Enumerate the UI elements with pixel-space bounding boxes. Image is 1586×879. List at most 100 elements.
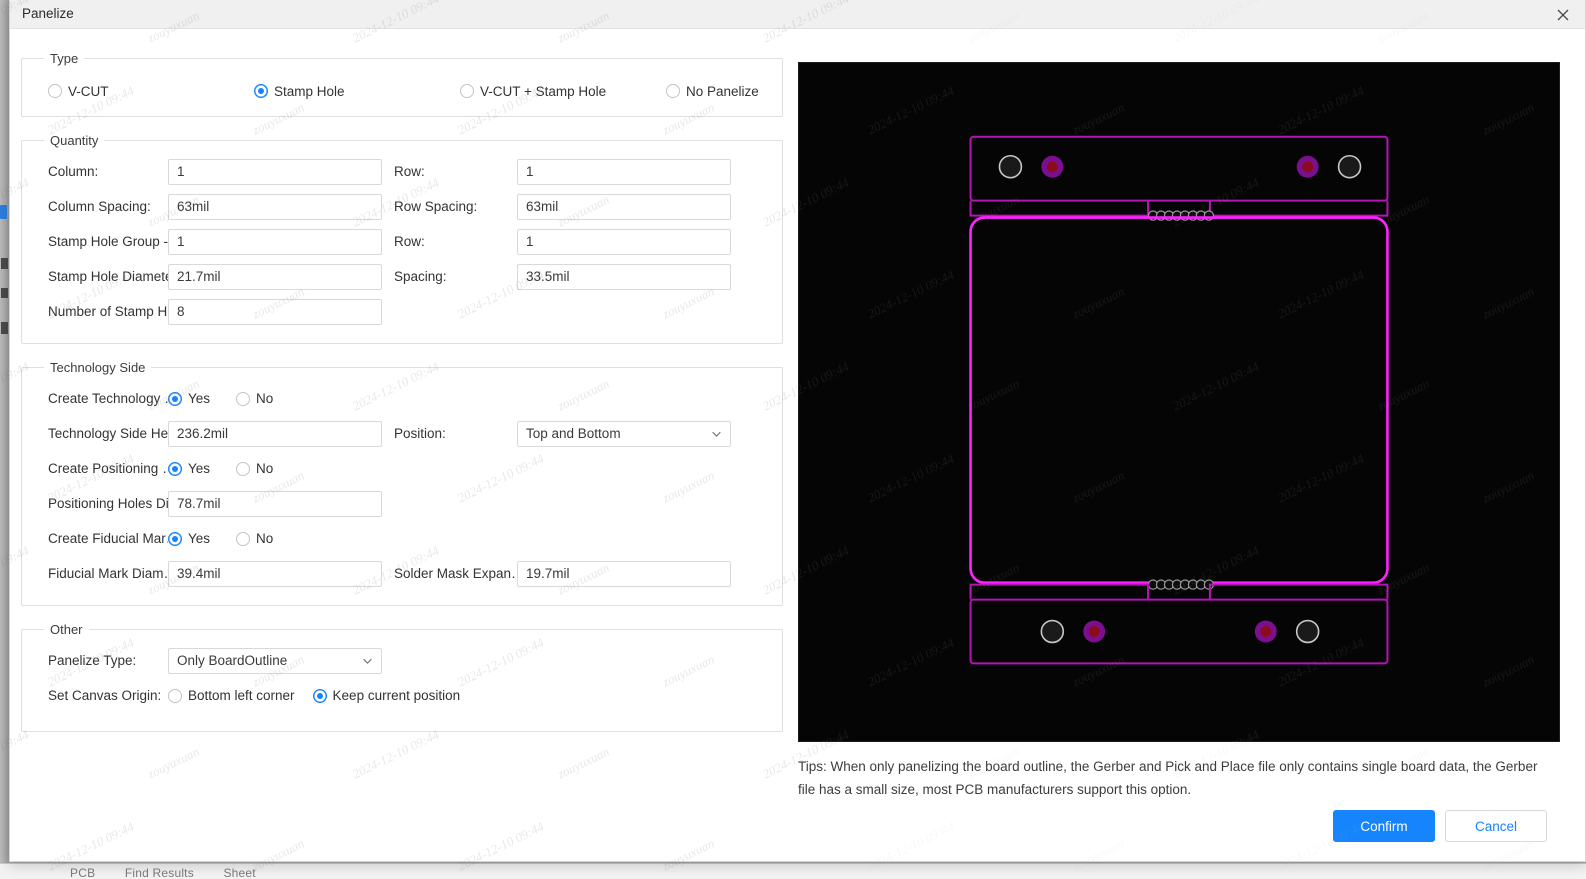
dialog-footer: Confirm Cancel	[1333, 810, 1547, 842]
top-rail-tab-right	[1208, 200, 1389, 217]
row-stamp-hole-group: Stamp Hole Group -… Row:	[22, 224, 782, 259]
label-number-of-stamp-holes: Number of Stamp H…	[48, 304, 168, 319]
positioning-hole	[1295, 619, 1320, 644]
background-app-status-bar: PCB Find Results Sheet	[0, 863, 1586, 879]
radio-label: No	[256, 391, 274, 406]
input-stamp-hole-group-column[interactable]	[168, 228, 382, 255]
background-icon-fragment	[1, 258, 8, 269]
cancel-button[interactable]: Cancel	[1445, 810, 1547, 842]
input-fiducial-mark-diameter[interactable]	[168, 560, 382, 587]
input-column-spacing[interactable]	[168, 193, 382, 220]
select-position[interactable]: Top and Bottom	[517, 420, 731, 447]
bottom-rail-outline	[969, 598, 1389, 665]
fiducial-mark	[1260, 626, 1272, 637]
radio-create-fiducial-no[interactable]: No	[236, 531, 273, 546]
row-technology-side-height: Technology Side He… Position: Top and Bo…	[22, 416, 782, 451]
radio-dot	[168, 531, 182, 546]
select-panelize-type[interactable]: Only BoardOutline	[168, 647, 382, 674]
confirm-button[interactable]: Confirm	[1333, 810, 1435, 842]
panelize-dialog: Panelize Type V-CUT Stamp Hole V-CUT + S…	[9, 0, 1586, 862]
fiducial-mark	[1088, 626, 1100, 637]
radio-dot	[48, 84, 62, 98]
radio-label: Stamp Hole	[274, 83, 345, 99]
input-positioning-holes-diameter[interactable]	[168, 490, 382, 517]
radio-dot	[168, 391, 182, 406]
close-icon[interactable]	[1541, 0, 1585, 29]
row-fiducial-mark-diameter: Fiducial Mark Diam… Solder Mask Expan…	[22, 556, 782, 591]
create-positioning-radios: Yes No	[168, 461, 273, 476]
input-column[interactable]	[168, 158, 382, 185]
row-stamp-hole-diameter: Stamp Hole Diameter: Spacing:	[22, 259, 782, 294]
label-position: Position:	[394, 426, 446, 441]
background-tab: Find Results	[124, 866, 194, 879]
label-create-positioning-holes: Create Positioning …	[48, 461, 168, 476]
radio-label: No Panelize	[686, 83, 759, 99]
radio-label: Yes	[188, 531, 211, 546]
dialog-title-bar: Panelize	[10, 0, 1585, 29]
positioning-hole	[1040, 619, 1065, 644]
radio-v-cut[interactable]: V-CUT	[48, 84, 254, 99]
radio-label: No	[256, 461, 274, 476]
radio-keep-current-position[interactable]: Keep current position	[312, 688, 460, 703]
background-icon-fragment	[1, 288, 8, 298]
radio-label: No	[256, 531, 274, 546]
row-create-fiducial-marks: Create Fiducial Mar… Yes No	[22, 521, 782, 556]
row-positioning-holes-diameter: Positioning Holes Di…	[22, 486, 782, 521]
input-stamp-hole-group-row[interactable]	[517, 228, 731, 255]
label-fiducial-mark-diameter: Fiducial Mark Diam…	[48, 566, 168, 581]
background-icon-fragment	[1, 322, 8, 334]
row-number-of-stamp-holes: Number of Stamp H…	[22, 294, 782, 329]
input-row[interactable]	[517, 158, 731, 185]
type-group: Type V-CUT Stamp Hole V-CUT + Stamp Hole	[21, 51, 783, 117]
pcb-preview-render	[969, 135, 1389, 665]
radio-label: Yes	[188, 391, 211, 406]
row-column-spacing: Column Spacing: Row Spacing:	[22, 189, 782, 224]
radio-create-fiducial-yes[interactable]: Yes	[168, 531, 210, 546]
radio-create-positioning-no[interactable]: No	[236, 461, 273, 476]
bottom-rail-tab-right	[1208, 583, 1389, 600]
radio-v-cut-stamp-hole[interactable]: V-CUT + Stamp Hole	[460, 84, 666, 99]
chevron-down-icon	[711, 428, 722, 439]
radio-dot	[168, 461, 182, 476]
fiducial-mark	[1302, 161, 1314, 173]
radio-label: Yes	[188, 461, 211, 476]
radio-dot	[236, 531, 251, 546]
radio-dot	[236, 461, 251, 476]
radio-create-technology-yes[interactable]: Yes	[168, 391, 210, 406]
radio-bottom-left-corner[interactable]: Bottom left corner	[168, 688, 295, 703]
label-stamp-hole-diameter: Stamp Hole Diameter:	[48, 269, 168, 284]
radio-dot	[460, 84, 474, 98]
bottom-stamp-holes	[1147, 579, 1215, 590]
input-row-spacing[interactable]	[517, 193, 731, 220]
pcb-preview-panel[interactable]	[798, 62, 1560, 742]
label-stamp-hole-group-column: Stamp Hole Group -…	[48, 234, 168, 249]
label-technology-side-height: Technology Side He…	[48, 426, 168, 441]
type-radio-row: V-CUT Stamp Hole V-CUT + Stamp Hole No P…	[22, 72, 782, 110]
create-fiducial-radios: Yes No	[168, 531, 273, 546]
panelize-form: Type V-CUT Stamp Hole V-CUT + Stamp Hole	[10, 29, 800, 861]
background-tab: PCB	[70, 866, 96, 879]
radio-create-positioning-yes[interactable]: Yes	[168, 461, 210, 476]
close-glyph	[1557, 9, 1569, 20]
radio-label: Bottom left corner	[188, 688, 295, 703]
input-number-of-stamp-holes[interactable]	[168, 298, 382, 325]
fiducial-mark	[1046, 161, 1058, 173]
input-stamp-hole-diameter[interactable]	[168, 263, 382, 290]
radio-create-technology-no[interactable]: No	[236, 391, 273, 406]
radio-stamp-hole[interactable]: Stamp Hole	[254, 84, 460, 99]
row-column: Column: Row:	[22, 154, 782, 189]
radio-no-panelize[interactable]: No Panelize	[666, 84, 759, 99]
input-stamp-hole-spacing[interactable]	[517, 263, 731, 290]
radio-dot	[168, 688, 182, 703]
background-tab: Sheet	[223, 866, 256, 879]
background-accent-fragment	[0, 205, 7, 219]
input-technology-side-height[interactable]	[168, 420, 382, 447]
radio-dot	[254, 84, 268, 98]
positioning-hole	[998, 154, 1023, 179]
label-column-spacing: Column Spacing:	[48, 199, 151, 214]
quantity-group-legend: Quantity	[50, 133, 99, 148]
create-technology-side-radios: Yes No	[168, 391, 273, 406]
radio-dot	[666, 84, 680, 98]
input-solder-mask-expansion[interactable]	[517, 560, 731, 587]
tips-text: Tips: When only panelizing the board out…	[798, 759, 1538, 797]
